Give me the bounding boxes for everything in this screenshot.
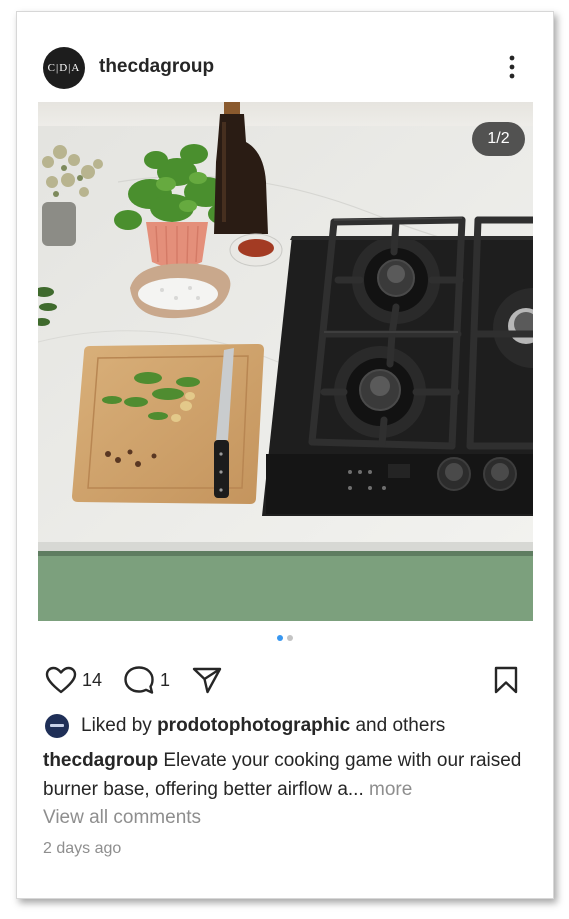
comment-icon <box>124 666 154 694</box>
share-button[interactable] <box>191 662 223 698</box>
carousel-indicator <box>17 635 553 643</box>
share-icon <box>192 667 222 694</box>
view-comments-link[interactable]: View all comments <box>43 807 201 829</box>
comment-button[interactable]: 1 <box>123 662 170 698</box>
post-caption: thecdagroup Elevate your cooking game wi… <box>43 746 523 804</box>
image-counter: 1/2 <box>472 122 525 156</box>
caption-more-link[interactable]: more <box>369 779 412 800</box>
caption-username[interactable]: thecdagroup <box>43 750 158 771</box>
kitchen-photo <box>38 102 533 621</box>
liked-by-prefix: Liked by <box>81 715 152 736</box>
likes-count: 14 <box>82 669 103 690</box>
post-card: C|D|A thecdagroup 1/2 14 1 Liked by prod… <box>16 11 554 899</box>
profile-avatar[interactable]: C|D|A <box>43 47 85 89</box>
liked-by-user[interactable]: prodotophotographic <box>157 715 350 737</box>
heart-icon <box>45 666 77 694</box>
save-button[interactable] <box>493 662 519 698</box>
liked-by-row: Liked by prodotophotographic and others <box>45 714 445 738</box>
post-image[interactable]: 1/2 <box>38 102 533 621</box>
liked-by-suffix[interactable]: and others <box>355 715 445 737</box>
bookmark-icon <box>494 666 518 694</box>
post-header: C|D|A thecdagroup <box>17 12 553 102</box>
like-button[interactable]: 14 <box>45 662 102 698</box>
more-vertical-icon[interactable] <box>505 54 519 80</box>
avatar-logo-text: C|D|A <box>47 62 81 74</box>
action-bar: 14 1 <box>17 662 553 698</box>
carousel-dot-2[interactable] <box>287 635 293 641</box>
post-timestamp: 2 days ago <box>43 840 122 857</box>
comments-count: 1 <box>160 669 171 690</box>
liker-avatar[interactable] <box>45 714 69 738</box>
post-username[interactable]: thecdagroup <box>99 56 214 78</box>
carousel-dot-1[interactable] <box>277 635 283 641</box>
